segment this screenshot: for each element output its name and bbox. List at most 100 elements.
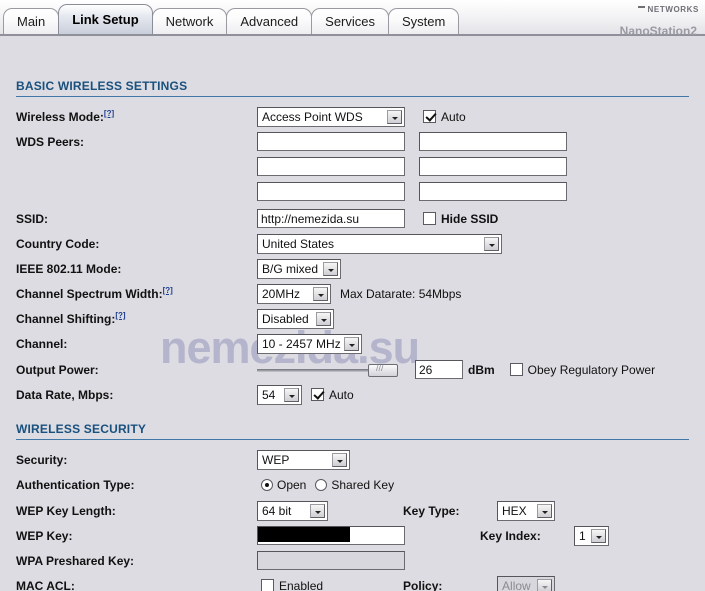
input-wep-key-wrapper <box>257 526 405 545</box>
slider-thumb[interactable] <box>368 363 398 377</box>
row-country-code: Country Code: United States <box>16 232 689 255</box>
label-wireless-mode: Wireless Mode:[?] <box>16 109 257 124</box>
radio-icon <box>261 478 273 491</box>
select-data-rate-value: 54 <box>262 387 276 402</box>
header-bar: NETWORKS NanoStation2 Main Link Setup Ne… <box>0 0 705 38</box>
select-security[interactable]: WEP <box>257 449 350 470</box>
label-security: Security: <box>16 452 68 467</box>
help-link-channel-spectrum-width[interactable]: [?] <box>163 286 173 295</box>
row-wep-key: WEP Key: Key Index: 1 <box>16 524 689 547</box>
tab-network[interactable]: Network <box>151 8 228 34</box>
row-output-power: Output Power: dBm Obey Regulatory Power <box>16 358 689 381</box>
label-channel-spectrum-width-text: Channel Spectrum Width: <box>16 287 163 301</box>
select-wireless-mode[interactable]: Access Point WDS <box>257 106 405 127</box>
settings-body: nemezida.su BASIC WIRELESS SETTINGS Wire… <box>0 79 705 591</box>
select-wep-key-length[interactable]: 64 bit <box>257 500 328 521</box>
radio-auth-open[interactable]: Open <box>261 478 306 492</box>
row-wpa-preshared-key: WPA Preshared Key: <box>16 549 689 572</box>
tab-link-setup[interactable]: Link Setup <box>58 4 153 34</box>
chevron-down-icon <box>387 109 402 124</box>
row-wds-peers-2 <box>16 155 689 178</box>
checkbox-mac-acl-enabled[interactable]: Enabled <box>261 579 323 591</box>
input-wds-peer-5[interactable] <box>257 182 405 201</box>
input-wds-peer-4[interactable] <box>419 157 567 176</box>
checkbox-mac-acl-enabled-label: Enabled <box>279 578 324 591</box>
select-key-type[interactable]: HEX <box>497 500 555 521</box>
label-channel: Channel: <box>16 336 68 351</box>
chevron-down-icon <box>537 578 553 591</box>
row-channel-shifting: Channel Shifting:[?] Disabled <box>16 307 689 330</box>
label-data-rate: Data Rate, Mbps: <box>16 387 114 402</box>
row-authentication-type: Authentication Type: Open Shared Key <box>16 473 689 496</box>
select-channel-shifting[interactable]: Disabled <box>257 308 334 329</box>
row-channel: Channel: 10 - 2457 MHz <box>16 332 689 355</box>
tab-system[interactable]: System <box>388 8 460 34</box>
input-wds-peer-3[interactable] <box>257 157 405 176</box>
tab-advanced[interactable]: Advanced <box>226 8 313 34</box>
radio-icon <box>315 478 328 491</box>
select-mac-acl-policy-value: Allow <box>502 578 531 591</box>
chevron-down-icon <box>323 261 338 276</box>
checkbox-data-rate-auto[interactable]: Auto <box>311 388 354 402</box>
row-wep-key-length: WEP Key Length: 64 bit Key Type: HEX <box>16 499 689 522</box>
input-wds-peer-1[interactable] <box>257 132 405 151</box>
tab-services[interactable]: Services <box>311 8 390 34</box>
device-config-page: NETWORKS NanoStation2 Main Link Setup Ne… <box>0 0 705 591</box>
main-tabs: Main Link Setup Network Advanced Service… <box>3 4 460 34</box>
slider-output-power[interactable] <box>257 360 409 380</box>
checkbox-wireless-mode-auto[interactable]: Auto <box>423 110 466 124</box>
radio-auth-shared-key[interactable]: Shared Key <box>315 478 394 492</box>
row-wds-peers: WDS Peers: <box>16 130 689 153</box>
help-link-channel-shifting[interactable]: [?] <box>115 311 125 320</box>
help-link-wireless-mode[interactable]: [?] <box>104 109 114 118</box>
checkbox-icon <box>423 212 436 225</box>
select-key-index[interactable]: 1 <box>574 525 609 546</box>
input-wpa-preshared-key <box>257 551 405 570</box>
chevron-down-icon <box>284 387 299 402</box>
label-output-power: Output Power: <box>16 362 99 377</box>
row-wireless-mode: Wireless Mode:[?] Access Point WDS Auto <box>16 105 689 128</box>
wep-key-redaction-bar <box>258 527 350 542</box>
brand-logo: NETWORKS NanoStation2 <box>620 0 699 38</box>
label-ssid: SSID: <box>16 211 49 226</box>
checkbox-hide-ssid[interactable]: Hide SSID <box>423 212 498 226</box>
select-key-type-value: HEX <box>502 503 527 518</box>
select-mac-acl-policy: Allow <box>497 575 556 591</box>
select-channel-spectrum-width[interactable]: 20MHz <box>257 283 331 304</box>
chevron-down-icon <box>316 311 331 326</box>
row-mac-acl: MAC ACL: Enabled Policy: Allow <box>16 574 689 591</box>
select-channel[interactable]: 10 - 2457 MHz <box>257 333 362 354</box>
label-wireless-mode-text: Wireless Mode: <box>16 110 104 124</box>
select-ieee-mode-value: B/G mixed <box>262 261 319 276</box>
row-data-rate: Data Rate, Mbps: 54 Auto <box>16 383 689 406</box>
select-ieee-mode[interactable]: B/G mixed <box>257 258 341 279</box>
row-ssid: SSID: Hide SSID <box>16 207 689 230</box>
row-channel-spectrum-width: Channel Spectrum Width:[?] 20MHz Max Dat… <box>16 282 689 305</box>
select-channel-value: 10 - 2457 MHz <box>262 336 341 351</box>
row-security: Security: WEP <box>16 448 689 471</box>
label-key-type: Key Type: <box>403 503 460 518</box>
select-wireless-mode-value: Access Point WDS <box>262 109 363 124</box>
check-icon <box>311 388 324 401</box>
label-country-code: Country Code: <box>16 236 100 251</box>
tab-main[interactable]: Main <box>3 8 60 34</box>
chevron-down-icon <box>484 236 499 251</box>
input-output-power[interactable] <box>415 360 463 379</box>
checkbox-wireless-mode-auto-label: Auto <box>441 109 466 124</box>
select-data-rate[interactable]: 54 <box>257 384 302 405</box>
section-title-wireless-security: WIRELESS SECURITY <box>16 422 689 440</box>
input-wds-peer-2[interactable] <box>419 132 567 151</box>
label-ieee-mode: IEEE 802.11 Mode: <box>16 261 122 276</box>
chevron-down-icon <box>591 528 606 543</box>
input-wds-peer-6[interactable] <box>419 182 567 201</box>
brand-dash <box>637 5 645 8</box>
checkbox-obey-regulatory-power[interactable]: Obey Regulatory Power <box>509 363 655 377</box>
label-wds-peers: WDS Peers: <box>16 134 85 149</box>
checkbox-hide-ssid-label: Hide SSID <box>441 211 499 226</box>
label-mac-acl-policy: Policy: <box>403 578 443 591</box>
label-mac-acl: MAC ACL: <box>16 578 75 591</box>
label-authentication-type: Authentication Type: <box>16 477 135 492</box>
input-ssid[interactable] <box>257 209 405 228</box>
select-country-code[interactable]: United States <box>257 233 502 254</box>
label-output-power-unit: dBm <box>468 362 495 377</box>
